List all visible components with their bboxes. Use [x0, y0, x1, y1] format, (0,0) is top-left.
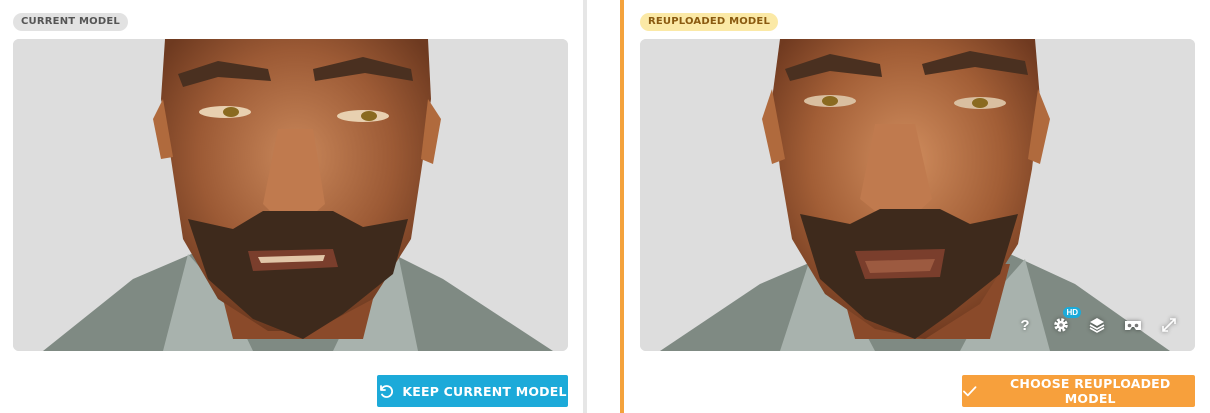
- help-icon[interactable]: ?: [1015, 315, 1035, 335]
- layers-button[interactable]: [1087, 315, 1107, 335]
- fullscreen-icon: [1162, 318, 1176, 332]
- check-icon: [963, 386, 977, 397]
- settings-button[interactable]: HD: [1051, 307, 1081, 335]
- current-model-viewer[interactable]: [13, 39, 568, 351]
- reuploaded-model-badge: REUPLOADED MODEL: [640, 13, 779, 31]
- keep-current-model-button[interactable]: KEEP CURRENT MODEL: [377, 375, 568, 407]
- layers-icon: [1089, 318, 1105, 333]
- panel-divider: [583, 0, 587, 413]
- help-label: ?: [1020, 316, 1030, 334]
- fullscreen-button[interactable]: [1159, 315, 1179, 335]
- vr-button[interactable]: [1123, 315, 1143, 335]
- reuploaded-model-viewer[interactable]: ? HD: [640, 39, 1195, 351]
- vr-icon: [1125, 321, 1141, 330]
- choose-reuploaded-model-label: CHOOSE REUPLOADED MODEL: [1010, 376, 1171, 406]
- reuploaded-model-render: [640, 39, 1195, 351]
- current-model-render: [13, 39, 568, 351]
- keep-current-model-label: KEEP CURRENT MODEL: [402, 383, 567, 399]
- viewer-toolbar: ? HD: [1015, 307, 1179, 335]
- hd-badge: HD: [1063, 307, 1081, 318]
- settings-icon: [1054, 318, 1068, 332]
- current-model-badge: CURRENT MODEL: [13, 13, 128, 31]
- undo-icon: [380, 385, 394, 398]
- choose-reuploaded-model-button[interactable]: CHOOSE REUPLOADED MODEL: [962, 375, 1195, 407]
